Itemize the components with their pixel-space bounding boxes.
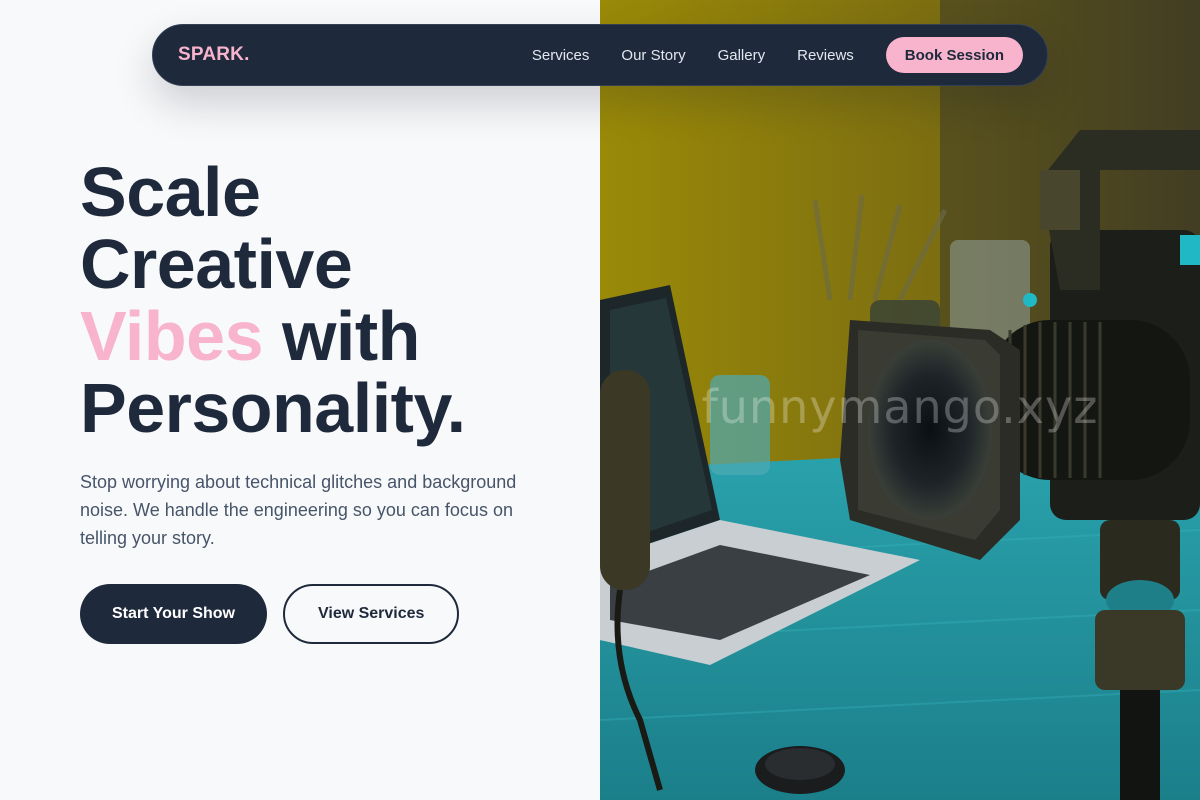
start-your-show-button[interactable]: Start Your Show: [80, 584, 267, 644]
headline-line-3: Vibes with: [80, 300, 466, 372]
headline-line-4: Personality.: [80, 369, 466, 447]
brand-logo[interactable]: SPARK.: [178, 44, 250, 66]
hero-subtitle: Stop worrying about technical glitches a…: [80, 472, 517, 548]
hero-cta-group: Start Your Show View Services: [80, 584, 460, 644]
headline-line-3-rest: with: [263, 297, 420, 375]
nav-link-gallery[interactable]: Gallery: [718, 47, 766, 64]
book-session-button[interactable]: Book Session: [885, 37, 1023, 73]
headline-line-2: Creative: [80, 225, 353, 303]
watermark-text: funnymango.xyz: [701, 380, 1099, 434]
hero-photo: funnymango.xyz: [600, 0, 1200, 800]
headline-line-1: Scale: [80, 153, 261, 231]
nav-links: Services Our Story Gallery Reviews: [532, 47, 854, 64]
nav-link-our-story[interactable]: Our Story: [621, 47, 685, 64]
nav-link-reviews[interactable]: Reviews: [797, 47, 854, 64]
headline-accent-word: Vibes: [80, 297, 264, 375]
nav-link-services[interactable]: Services: [532, 47, 590, 64]
top-navbar: SPARK. Services Our Story Gallery Review…: [152, 24, 1048, 86]
hero-headline: Scale Creative Vibes with Personality.: [80, 156, 466, 444]
view-services-button[interactable]: View Services: [282, 584, 460, 644]
